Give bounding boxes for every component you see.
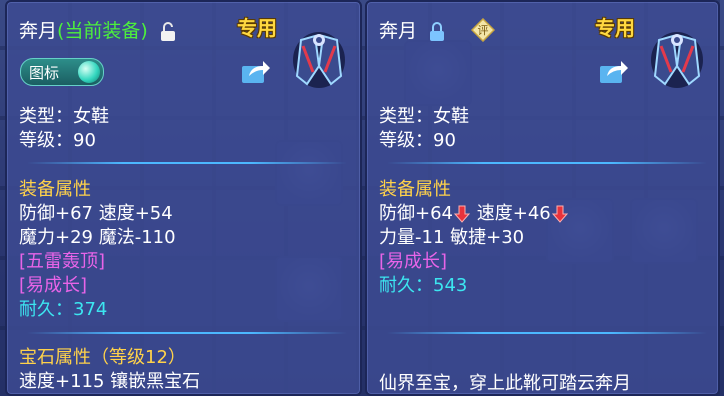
item-description: 仙界至宝，穿上此靴可踏云奔月 (379, 373, 631, 394)
item-name: 奔月 (379, 20, 418, 42)
exclusive-label: 专用 (595, 16, 635, 40)
divider (387, 162, 707, 164)
unlock-icon[interactable] (160, 21, 176, 42)
share-icon[interactable] (241, 58, 271, 84)
equipped-tag: (当前装备) (57, 20, 148, 42)
gem-line: 速度+115 镶嵌黑宝石 (19, 371, 201, 392)
special-effect: [易成长] (19, 275, 88, 296)
durability-value: 374 (73, 299, 108, 320)
red-down-arrow-icon (454, 205, 470, 223)
attr-line-2: 魔力+29 魔法-110 (19, 227, 176, 248)
gem-header: 宝石属性（等级12） (19, 347, 186, 368)
attr-line-1: 防御+64 速度+46 (379, 202, 569, 226)
level-line: 等级：90 (19, 130, 96, 151)
item-title: 奔月(当前装备) (19, 16, 176, 43)
durability-line: 耐久：374 (19, 298, 107, 322)
rate-badge-label: 评 (478, 24, 489, 37)
special-effect: [易成长] (379, 251, 448, 272)
compare-item-tooltip: 奔月 评 专用 类型：女鞋 等级：90 装备属性 防御+64 速度+46 力量-… (365, 0, 720, 396)
attr-header: 装备属性 (19, 179, 91, 200)
equipped-item-tooltip: 奔月(当前装备) 专用 图标 类型：女鞋 等级：90 装备属性 防御+67 速度… (5, 0, 362, 396)
attr-line-2: 力量-11 敏捷+30 (379, 227, 525, 248)
icon-toggle-label: 图标 (29, 64, 60, 82)
attr-defense: 防御+64 (379, 203, 453, 224)
durability-value: 543 (433, 275, 468, 296)
icon-toggle-button[interactable]: 图标 (20, 58, 104, 86)
attr-speed: 速度+46 (476, 203, 551, 224)
divider (27, 332, 347, 334)
item-title: 奔月 (379, 16, 445, 43)
durability-line: 耐久：543 (379, 274, 467, 298)
attr-header: 装备属性 (379, 179, 451, 200)
special-skill: [五雷轰顶] (19, 251, 106, 272)
share-icon[interactable] (599, 58, 629, 84)
durability-label: 耐久： (379, 275, 433, 296)
rate-badge-icon[interactable]: 评 (471, 18, 495, 42)
red-down-arrow-icon (551, 205, 568, 223)
type-line: 类型：女鞋 (19, 106, 109, 127)
attr-line-1: 防御+67 速度+54 (19, 203, 173, 224)
boots-item-icon (293, 32, 345, 88)
item-name: 奔月 (19, 20, 58, 42)
exclusive-label: 专用 (237, 16, 277, 40)
divider (387, 332, 707, 334)
lock-icon[interactable] (429, 21, 445, 42)
type-line: 类型：女鞋 (379, 106, 469, 127)
durability-label: 耐久： (19, 299, 73, 320)
boots-item-icon (651, 32, 703, 88)
orb-icon (78, 61, 100, 83)
level-line: 等级：90 (379, 130, 456, 151)
divider (27, 162, 347, 164)
